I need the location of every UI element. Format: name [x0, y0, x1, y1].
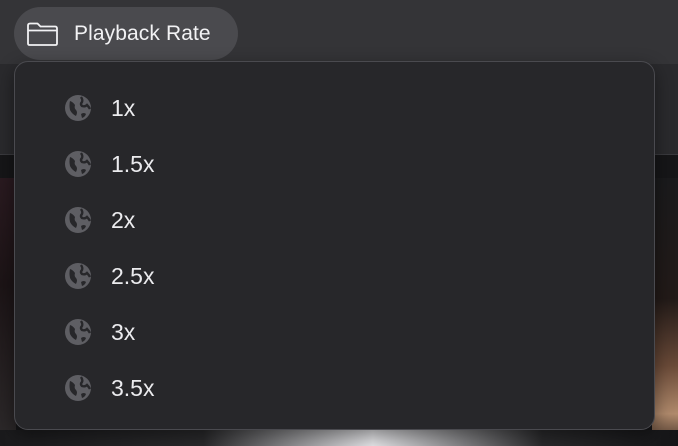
- menu-item-1x[interactable]: 1x: [15, 80, 654, 136]
- globe-icon: [63, 205, 93, 235]
- globe-icon: [63, 317, 93, 347]
- globe-icon: [63, 373, 93, 403]
- menu-item-1-5x[interactable]: 1.5x: [15, 136, 654, 192]
- menu-item-label: 3x: [111, 318, 136, 345]
- playback-rate-folder-button[interactable]: Playback Rate: [14, 7, 238, 60]
- menu-item-label: 2x: [111, 206, 136, 233]
- video-edge-bottom: [0, 430, 678, 446]
- menu-item-2x[interactable]: 2x: [15, 192, 654, 248]
- playback-rate-menu: 1x 1.5x 2x 2.5x 3x 3.5x: [14, 61, 655, 430]
- menu-item-label: 1.5x: [111, 150, 155, 177]
- menu-item-label: 3.5x: [111, 374, 155, 401]
- globe-icon: [63, 149, 93, 179]
- menu-item-3x[interactable]: 3x: [15, 304, 654, 360]
- folder-icon: [26, 20, 59, 48]
- video-edge-right: [652, 178, 678, 446]
- menu-item-2-5x[interactable]: 2.5x: [15, 248, 654, 304]
- globe-icon: [63, 93, 93, 123]
- menu-item-label: 2.5x: [111, 262, 155, 289]
- screen: Playback Rate 1x 1.5x 2x 2.5x 3x 3.5x: [0, 0, 678, 446]
- folder-label: Playback Rate: [74, 21, 211, 45]
- globe-icon: [63, 261, 93, 291]
- menu-item-label: 1x: [111, 94, 136, 121]
- menu-item-3-5x[interactable]: 3.5x: [15, 360, 654, 416]
